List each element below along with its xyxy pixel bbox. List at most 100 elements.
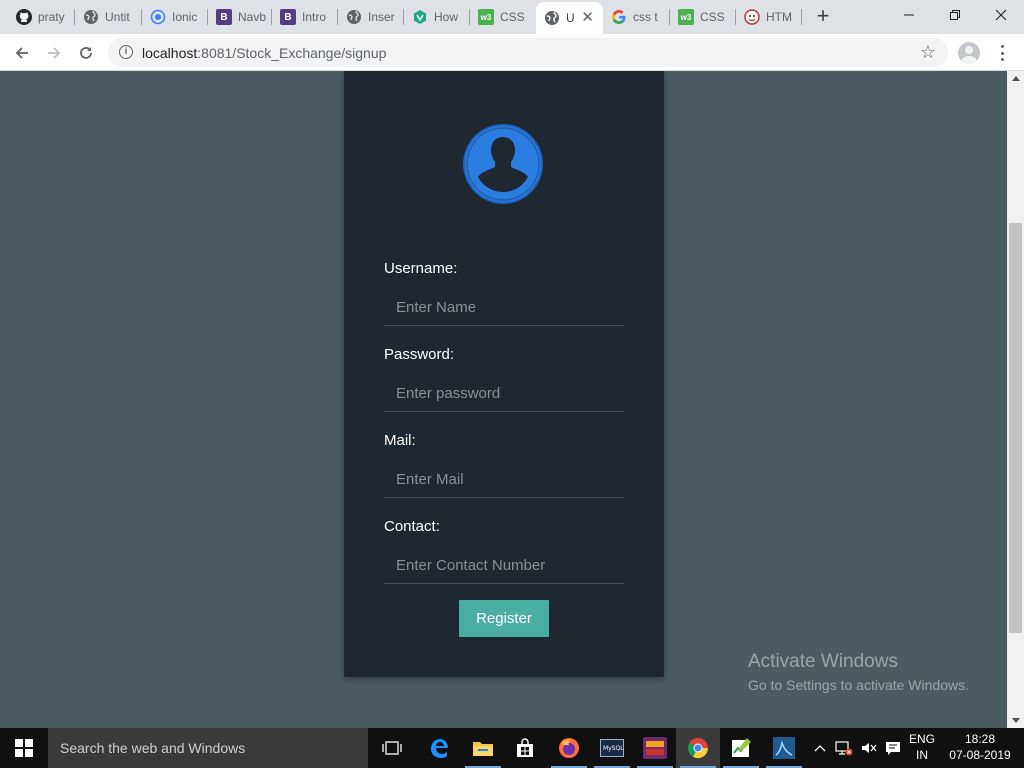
globe-icon bbox=[83, 9, 99, 25]
minimize-icon bbox=[904, 14, 914, 16]
scrollbar-thumb[interactable] bbox=[1009, 223, 1022, 633]
firefox-icon bbox=[559, 738, 579, 758]
tab-google-search[interactable]: css t bbox=[603, 0, 670, 34]
url-host: localhost bbox=[142, 45, 198, 61]
tab-insert[interactable]: Inser bbox=[338, 0, 404, 34]
clock-date: 07-08-2019 bbox=[949, 748, 1011, 762]
language-indicator[interactable]: ENG IN bbox=[906, 728, 938, 768]
browser-toolbar: i localhost:8081/Stock_Exchange/signup ☆ bbox=[0, 34, 1024, 71]
taskbar-firefox[interactable] bbox=[547, 728, 591, 768]
tab-label: U bbox=[566, 11, 575, 25]
taskbar-chrome[interactable] bbox=[676, 728, 720, 768]
bootstrap-icon: B bbox=[216, 9, 232, 25]
tab-navbar-bootstrap[interactable]: B Navb bbox=[208, 0, 272, 34]
tab-label: Inser bbox=[368, 10, 395, 24]
tab-untitled[interactable]: Untit bbox=[75, 0, 142, 34]
scroll-up-icon[interactable] bbox=[1012, 76, 1020, 81]
activate-windows-watermark: Activate Windows Go to Settings to activ… bbox=[748, 651, 969, 693]
restore-icon bbox=[950, 10, 960, 20]
browser-menu-icon[interactable] bbox=[992, 43, 1012, 63]
vue-icon bbox=[412, 9, 428, 25]
tab-label: Ionic bbox=[172, 10, 198, 24]
network-tray-button[interactable] bbox=[832, 728, 856, 768]
bootstrap-icon: B bbox=[280, 9, 296, 25]
username-input[interactable] bbox=[384, 290, 624, 326]
bookmark-star-icon[interactable]: ☆ bbox=[920, 42, 936, 63]
tab-html[interactable]: HTM bbox=[736, 0, 802, 34]
profile-avatar-icon[interactable] bbox=[958, 42, 980, 64]
tab-label: HTM bbox=[766, 10, 792, 24]
ionic-icon bbox=[150, 9, 166, 25]
contact-input[interactable] bbox=[384, 548, 624, 584]
language-code: ENG bbox=[908, 732, 935, 746]
taskbar-edge[interactable] bbox=[417, 728, 461, 768]
tab-label: CSS bbox=[700, 10, 725, 24]
browser-tab-strip: praty Untit Ionic B Navb B Intro Inser H… bbox=[0, 0, 1024, 34]
scroll-down-icon[interactable] bbox=[1012, 718, 1020, 723]
reload-icon bbox=[80, 47, 92, 59]
tab-label: CSS bbox=[500, 10, 525, 24]
minimize-button[interactable] bbox=[886, 0, 932, 30]
back-button[interactable] bbox=[9, 40, 35, 66]
new-tab-button[interactable]: + bbox=[811, 5, 835, 29]
chevron-up-icon bbox=[814, 745, 826, 752]
globe-icon bbox=[346, 9, 362, 25]
tab-signup-active[interactable]: U ✕ bbox=[536, 2, 603, 34]
tab-ionic[interactable]: Ionic bbox=[142, 0, 208, 34]
w3schools-icon: w3 bbox=[678, 9, 694, 25]
close-tab-icon[interactable]: ✕ bbox=[581, 10, 594, 26]
tab-css-w3schools-2[interactable]: w3 CSS bbox=[670, 0, 736, 34]
tab-css-w3schools[interactable]: w3 CSS bbox=[470, 0, 536, 34]
taskbar-mysql-console[interactable]: MySQL bbox=[590, 728, 634, 768]
mail-input[interactable] bbox=[384, 462, 624, 498]
tab-label: Untit bbox=[105, 10, 130, 24]
tab-label: css t bbox=[633, 10, 658, 24]
close-window-button[interactable] bbox=[978, 0, 1024, 30]
task-view-button[interactable] bbox=[370, 728, 414, 768]
show-hidden-icons-button[interactable] bbox=[810, 728, 830, 768]
tab-github[interactable]: praty bbox=[8, 0, 75, 34]
tab-intro-bootstrap[interactable]: B Intro bbox=[272, 0, 338, 34]
taskbar-notepad-app[interactable] bbox=[719, 728, 763, 768]
url-path: :8081/Stock_Exchange/signup bbox=[197, 45, 387, 61]
address-bar[interactable]: i localhost:8081/Stock_Exchange/signup ☆ bbox=[108, 38, 948, 67]
tab-how[interactable]: How bbox=[404, 0, 470, 34]
password-label: Password: bbox=[384, 346, 455, 363]
w3schools-icon: w3 bbox=[478, 9, 494, 25]
system-clock[interactable]: 18:28 07-08-2019 bbox=[944, 728, 1016, 768]
tab-label: Intro bbox=[302, 10, 327, 24]
register-button[interactable]: Register bbox=[459, 600, 549, 637]
github-icon bbox=[16, 9, 32, 25]
username-label: Username: bbox=[384, 260, 458, 277]
info-icon[interactable]: i bbox=[119, 45, 133, 59]
forward-button[interactable] bbox=[41, 40, 67, 66]
notepad-chart-icon bbox=[732, 738, 751, 757]
action-center-button[interactable] bbox=[882, 728, 904, 768]
password-input[interactable] bbox=[384, 376, 624, 412]
taskbar-file-explorer[interactable] bbox=[461, 728, 505, 768]
start-button[interactable] bbox=[0, 728, 48, 768]
tab-separator bbox=[801, 9, 802, 25]
taskbar-game-app[interactable] bbox=[633, 728, 677, 768]
notification-icon bbox=[886, 742, 900, 755]
taskbar-mysql-workbench[interactable] bbox=[762, 728, 806, 768]
mail-label: Mail: bbox=[384, 432, 416, 449]
page-viewport: Username: Password: Mail: Contact: Regis… bbox=[0, 71, 1007, 728]
watermark-title: Activate Windows bbox=[748, 651, 898, 672]
close-icon bbox=[995, 9, 1007, 21]
svg-text:MySQL: MySQL bbox=[603, 745, 624, 752]
taskbar-search-placeholder: Search the web and Windows bbox=[60, 740, 246, 756]
reload-button[interactable] bbox=[73, 40, 99, 66]
restore-button[interactable] bbox=[932, 0, 978, 30]
task-view-icon bbox=[382, 741, 402, 755]
mysql-workbench-icon bbox=[773, 737, 795, 759]
volume-tray-button[interactable] bbox=[857, 728, 881, 768]
vertical-scrollbar[interactable] bbox=[1007, 71, 1024, 728]
chrome-icon bbox=[687, 738, 709, 759]
network-disconnected-icon bbox=[835, 741, 853, 756]
taskbar-store[interactable] bbox=[503, 728, 547, 768]
taskbar-search-box[interactable]: Search the web and Windows bbox=[48, 728, 368, 768]
store-bag-icon bbox=[517, 738, 533, 757]
mysql-console-icon: MySQL bbox=[600, 739, 624, 757]
tab-label: praty bbox=[38, 10, 65, 24]
